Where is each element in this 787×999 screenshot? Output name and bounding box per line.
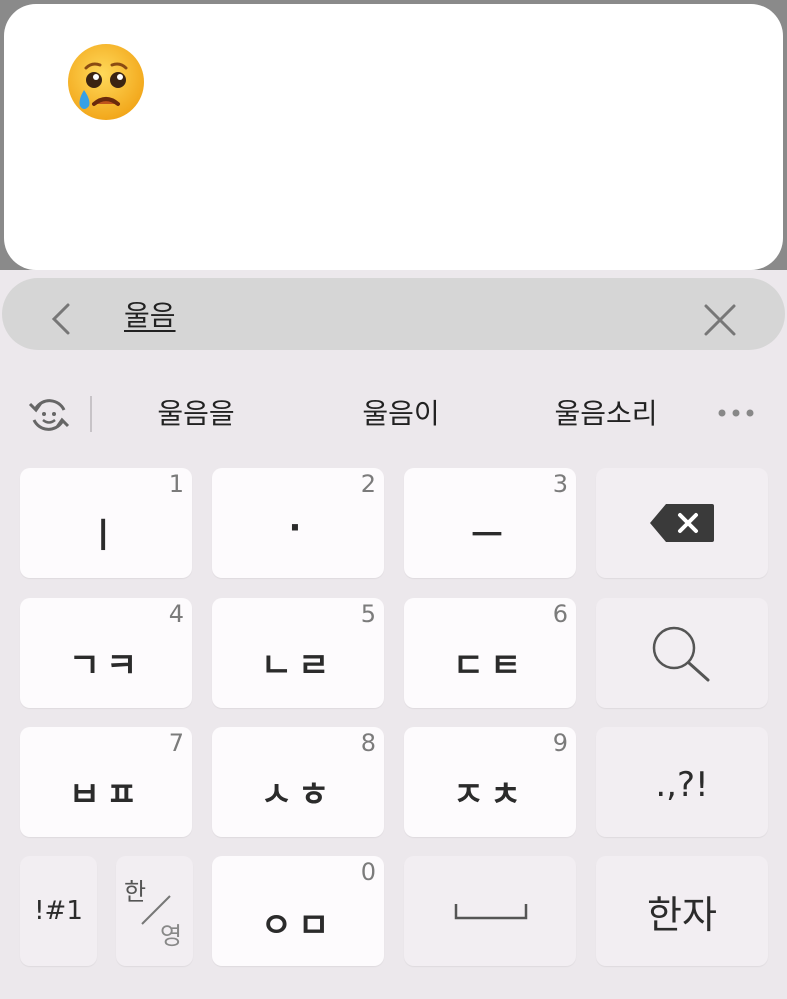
emoji-refresh-icon[interactable] [26,392,72,438]
close-icon[interactable] [702,302,738,338]
search-key[interactable] [596,598,768,708]
suggestion-3[interactable]: 울음소리 [506,392,706,436]
key-5[interactable]: 5 ㄴㄹ [212,598,384,708]
search-icon [652,626,710,682]
backspace-key[interactable] [596,468,768,578]
key-3[interactable]: 3 ㅡ [404,468,576,578]
more-horizontal-icon[interactable] [716,406,756,420]
key-1[interactable]: 1 ㅣ [20,468,192,578]
chevron-left-icon[interactable] [48,302,74,336]
suggestion-1[interactable]: 울음을 [96,392,296,436]
space-key[interactable] [404,856,576,966]
key-7[interactable]: 7 ㅂㅍ [20,727,192,837]
key-9[interactable]: 9 ㅈㅊ [404,727,576,837]
key-6[interactable]: 6 ㄷㅌ [404,598,576,708]
suggestion-divider [90,396,92,432]
emoji-search-bar: 울음 [2,278,785,350]
suggestion-row: 울음을 울음이 울음소리 [0,378,787,448]
search-query[interactable]: 울음 [124,296,176,336]
backspace-icon [650,504,714,542]
hanja-key[interactable]: 한자 [596,856,768,966]
symbols-key[interactable]: !#1 [20,856,97,966]
keyboard: 울음 울음을 울음이 울음소리 1 ㅣ 2 · 3 ㅡ 4 ㄱㅋ 5 ㄴㄹ 6 … [0,270,787,999]
key-8[interactable]: 8 ㅅㅎ [212,727,384,837]
key-2[interactable]: 2 · [212,468,384,578]
language-toggle-key[interactable]: 한 영 [116,856,193,966]
key-4[interactable]: 4 ㄱㅋ [20,598,192,708]
suggestion-2[interactable]: 울음이 [301,392,501,436]
message-preview [4,4,783,270]
key-0[interactable]: 0 ㅇㅁ [212,856,384,966]
space-bar-icon [454,904,528,920]
crying-face-emoji [68,44,144,120]
punctuation-key[interactable]: .,?! [596,727,768,837]
